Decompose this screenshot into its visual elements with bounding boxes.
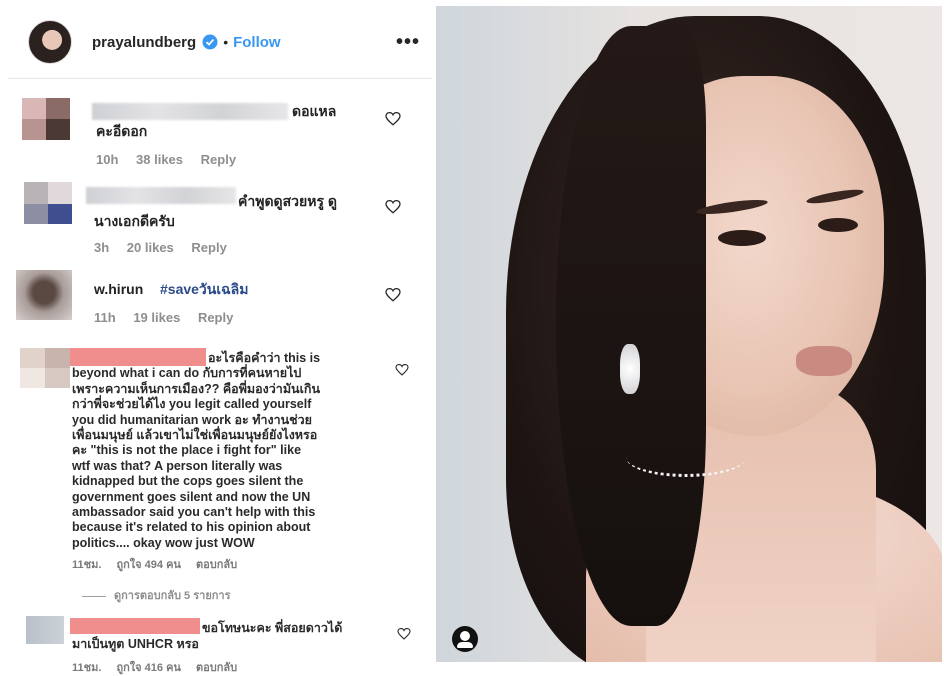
reply-button[interactable]: Reply <box>201 152 236 167</box>
verified-badge-icon <box>202 34 218 50</box>
comment-text-line: politics.... okay wow just WOW <box>72 535 255 550</box>
comment-item: ขอโทษนะคะ พี่สอยดาวได้ มาเป็นทูต UNHCR ห… <box>0 612 430 674</box>
photo-eye <box>718 230 766 246</box>
reply-button[interactable]: ตอบกลับ <box>196 559 237 571</box>
comment-username[interactable]: w.hirun <box>94 280 143 299</box>
comment-text-line: เพื่อนมนุษย์ แล้วเขาไม่ใช่เพื่อนมนุษย์ยั… <box>72 428 318 442</box>
comment-text: ดอแหล <box>292 103 337 119</box>
commenter-avatar[interactable] <box>22 98 70 140</box>
comment-text-line: you did humanitarian work อะ ทำงานช่วย <box>72 412 312 427</box>
view-replies-link[interactable]: ดูการตอบกลับ 5 รายการ <box>82 586 231 604</box>
redacted-username <box>92 103 288 120</box>
comment-meta: 11ชม. ถูกใจ 416 คน ตอบกลับ <box>72 658 249 676</box>
post-header: prayalundberg • Follow ••• <box>8 18 432 66</box>
username-link[interactable]: prayalundberg <box>92 34 196 51</box>
comment-item: อะไรคือคำว่า this is beyond what i can do… <box>0 344 430 604</box>
reply-button[interactable]: ตอบกลับ <box>196 662 237 674</box>
comment-item: ดอแหล คะอีดอก 10h 38 likes Reply <box>0 92 430 172</box>
comment-likes[interactable]: 20 likes <box>127 240 174 255</box>
tagged-user-icon[interactable] <box>452 626 478 652</box>
comment-likes[interactable]: 38 likes <box>136 152 183 167</box>
reply-button[interactable]: Reply <box>198 310 233 325</box>
redacted-username <box>70 618 200 634</box>
comment-meta: 3h 20 likes Reply <box>94 240 241 255</box>
photo-eye <box>818 218 858 232</box>
comment-likes[interactable]: 19 likes <box>133 310 180 325</box>
comment-text: มาเป็นทูต UNHCR หรอ <box>72 637 199 651</box>
reply-button[interactable]: Reply <box>191 240 226 255</box>
photo-necklace <box>626 438 746 477</box>
comment-text-line: government goes silent and now the UN <box>72 489 311 504</box>
comment-text: คะอีดอก <box>96 123 148 139</box>
comment-hashtag[interactable]: #saveวันเฉลิม <box>160 280 249 299</box>
comment-text: นางเอกดีครับ <box>94 213 175 229</box>
follow-button[interactable]: Follow <box>233 34 281 51</box>
comment-text-line: อะไรคือคำว่า this is <box>208 351 321 365</box>
comment-time: 11ชม. <box>72 559 102 571</box>
separator-dot: • <box>223 34 229 50</box>
view-replies-label: ดูการตอบกลับ 5 รายการ <box>114 590 231 602</box>
comment-text: คำพูดดูสวยหรู ดู <box>238 193 337 209</box>
like-heart-icon[interactable] <box>385 288 401 302</box>
comment-time: 11h <box>94 310 116 325</box>
comment-item: คำพูดดูสวยหรู ดู นางเอกดีครับ 3h 20 like… <box>0 180 430 260</box>
comment-meta: 10h 38 likes Reply <box>96 152 250 167</box>
photo-hair-front <box>556 26 706 626</box>
comment-item: w.hirun #saveวันเฉลิม 11h 19 likes Reply <box>0 266 430 336</box>
commenter-avatar[interactable] <box>24 182 72 224</box>
comment-time: 11ชม. <box>72 662 102 674</box>
commenter-avatar[interactable] <box>26 616 64 644</box>
photo-earring <box>620 344 640 394</box>
replies-line <box>82 595 106 597</box>
comment-text: ขอโทษนะคะ พี่สอยดาวได้ <box>202 621 343 635</box>
more-options-icon[interactable]: ••• <box>396 31 420 54</box>
comment-text-line: beyond what i can do กับการที่คนหายไป <box>72 366 302 381</box>
comment-text-line: wtf was that? A person literally was <box>72 458 283 473</box>
comment-meta: 11h 19 likes Reply <box>94 310 247 325</box>
comment-text-line: คะ "this is not the place i fight for" l… <box>72 443 302 458</box>
photo-lips <box>796 346 852 376</box>
comment-text-line: because it's related to his opinion abou… <box>72 520 311 535</box>
comment-likes[interactable]: ถูกใจ 416 คน <box>116 662 180 674</box>
post-photo[interactable] <box>436 6 942 662</box>
commenter-avatar[interactable] <box>20 348 70 388</box>
comment-text-line: kidnapped but the cops goes silent the <box>72 474 304 489</box>
comment-meta: 11ชม. ถูกใจ 494 คน ตอบกลับ <box>72 555 249 573</box>
comments-panel: prayalundberg • Follow ••• ดอแหล คะอีดอก… <box>0 0 432 674</box>
comment-text-line: ambassador said you can't help with this <box>72 505 316 519</box>
like-heart-icon[interactable] <box>385 112 401 126</box>
like-heart-icon[interactable] <box>385 200 401 214</box>
redacted-username <box>86 187 236 204</box>
header-divider <box>8 78 432 79</box>
like-heart-icon[interactable] <box>397 628 411 640</box>
comment-text-line: เพราะความเห็นการเมือง?? คือพี่มองว่ามันเ… <box>72 381 320 396</box>
comment-time: 10h <box>96 152 119 167</box>
comment-likes[interactable]: ถูกใจ 494 คน <box>116 559 180 571</box>
profile-avatar[interactable] <box>28 20 72 64</box>
commenter-avatar[interactable] <box>16 270 72 320</box>
redacted-username <box>70 348 206 366</box>
comment-time: 3h <box>94 240 110 255</box>
comment-text-line: กว่าพี่จะช่วยได้ไง you legit called your… <box>72 397 312 412</box>
like-heart-icon[interactable] <box>395 364 409 376</box>
